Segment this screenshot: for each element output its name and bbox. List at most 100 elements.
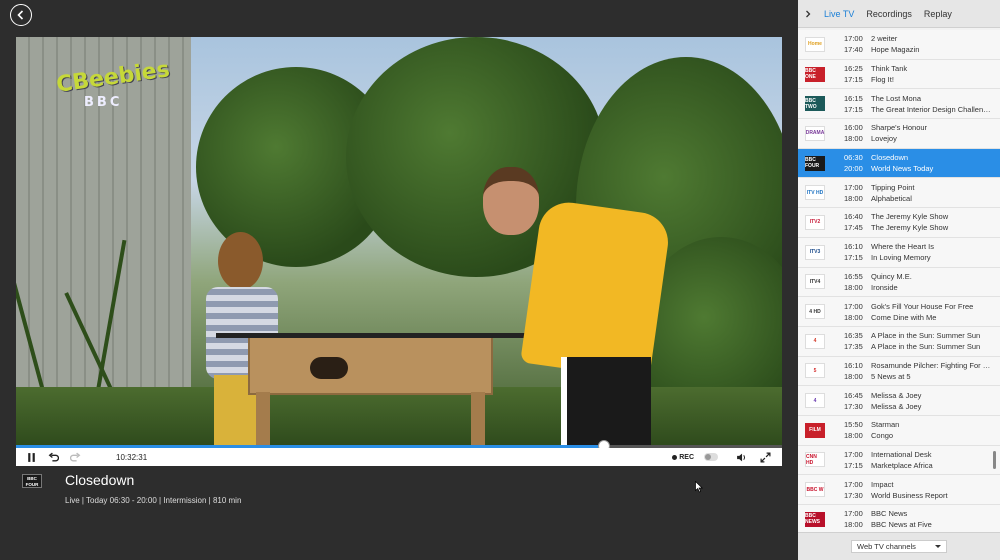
channel-row[interactable]: BBC NEWS 17:00 18:00 BBC News BBC News at Fi… [798,505,1000,535]
channel-programs: 2 weiter Hope Magazin [871,33,991,55]
next-time: 18:00 [844,431,863,441]
tab-replay[interactable]: Replay [924,9,952,19]
chevron-down-icon [935,545,941,548]
channel-times: 17:00 17:15 [844,449,871,471]
current-program: BBC News [871,509,908,519]
chevron-right-icon[interactable] [804,10,812,18]
channel-row[interactable]: BBC ONE 16:25 17:15 Think Tank Flog It! [798,59,1000,90]
back-button[interactable] [10,4,32,26]
start-time: 15:50 [844,420,863,430]
channel-programs: Where the Heart Is In Loving Memory [871,241,991,263]
channel-times: 16:00 18:00 [844,122,871,144]
playback-time: 10:32:31 [116,452,148,462]
volume-button[interactable] [734,448,748,466]
channel-programs: Sharpe's Honour Lovejoy [871,122,991,144]
start-time: 17:00 [844,449,863,459]
chevron-left-icon [17,10,24,20]
start-time: 16:25 [844,64,863,74]
video-frame [461,167,672,447]
channel-logo: 4 [805,393,825,409]
redo-icon [69,452,80,461]
current-program: The Jeremy Kyle Show [871,212,949,222]
channel-row[interactable]: ITV2 16:40 17:45 The Jeremy Kyle Show The Je… [798,208,1000,238]
program-title: Closedown [65,472,135,488]
current-program: Rosamunde Pilcher: Fighting For Love [871,360,991,370]
video-player[interactable]: CBeebies BBC [16,37,782,447]
fullscreen-button[interactable] [758,448,772,466]
next-time: 17:15 [844,75,863,85]
channel-row[interactable]: FILM 15:50 18:00 Starman Congo [798,415,1000,446]
next-program: In Loving Memory [871,253,931,263]
current-program: Quincy M.E. [871,271,912,281]
start-time: 17:00 [844,34,863,44]
pause-button[interactable] [16,448,46,466]
channel-row[interactable]: CNN HD 17:00 17:15 International Desk Market… [798,445,1000,476]
next-time: 17:35 [844,342,863,352]
tab-live-tv[interactable]: Live TV [824,9,854,19]
start-time: 16:00 [844,123,863,133]
channel-sidebar: Live TV Recordings Replay Home 17:00 17:40… [798,0,1000,560]
tab-recordings[interactable]: Recordings [866,9,912,19]
channel-logo: ITV4 [805,274,825,290]
channel-logo: 4 HD [805,304,825,320]
channel-logo: Home [805,36,825,52]
rewind-button[interactable] [46,448,60,466]
channel-programs: International Desk Marketplace Africa [871,449,991,471]
next-program: World News Today [871,164,934,174]
next-time: 17:30 [844,401,863,411]
channel-watermark-sub: BBC [84,95,123,110]
next-program: World Business Report [871,490,948,500]
current-program: Tipping Point [871,182,915,192]
channel-row[interactable]: Home 17:00 17:40 2 weiter Hope Magazin [798,30,1000,60]
fullscreen-icon [759,451,771,463]
channel-source-select[interactable]: Web TV channels [851,540,947,553]
channel-times: 17:00 18:00 [844,182,871,204]
current-program: 2 weiter [871,34,898,44]
start-time: 16:10 [844,360,863,370]
video-frame [16,387,782,447]
next-program: Congo [871,431,894,441]
next-program: The Great Interior Design Challenge [871,104,991,114]
channel-row[interactable]: 5 16:10 18:00 Rosamunde Pilcher: Fighting F… [798,356,1000,387]
channel-programs: Impact World Business Report [871,479,991,501]
channel-programs: Closedown World News Today [871,152,991,174]
channel-logo: FILM [805,422,825,438]
channel-row[interactable]: BBC FOUR 06:30 20:00 Closedown World News To… [798,148,1000,179]
next-time: 17:40 [844,45,863,55]
current-program: International Desk [871,449,932,459]
channel-times: 17:00 18:00 [844,508,871,530]
start-time: 16:40 [844,212,863,222]
channel-row[interactable]: ITV4 16:55 18:00 Quincy M.E. Ironside [798,267,1000,298]
channel-times: 16:45 17:30 [844,390,871,412]
player-controls: 10:32:31 REC [16,448,782,466]
record-label: REC [679,453,694,461]
subtitles-toggle[interactable] [704,453,718,461]
channel-times: 16:15 17:15 [844,93,871,115]
start-time: 16:55 [844,271,863,281]
next-time: 17:30 [844,490,863,500]
channel-programs: Rosamunde Pilcher: Fighting For Love 5 Ne… [871,360,991,382]
forward-button[interactable] [60,448,90,466]
channel-programs: The Lost Mona The Great Interior Design C… [871,93,991,115]
channel-row[interactable]: ITV HD 17:00 18:00 Tipping Point Alphabetica… [798,178,1000,209]
start-time: 17:00 [844,301,863,311]
channel-row[interactable]: BBC W 17:00 17:30 Impact World Business Repo… [798,475,1000,505]
start-time: 06:30 [844,153,863,163]
record-button[interactable]: REC [672,454,694,461]
channel-row[interactable]: 4 16:45 17:30 Melissa & Joey Melissa & Joey [798,386,1000,416]
next-program: A Place in the Sun: Summer Sun [871,342,981,352]
current-program: Sharpe's Honour [871,123,928,133]
channel-row[interactable]: ITV3 16:10 17:15 Where the Heart Is In Lovin… [798,237,1000,268]
next-time: 17:15 [844,104,863,114]
channel-row[interactable]: DRAMA 16:00 18:00 Sharpe's Honour Lovejoy [798,119,1000,149]
channel-row[interactable]: BBC TWO 16:15 17:15 The Lost Mona The Great … [798,89,1000,120]
current-program: Think Tank [871,64,908,74]
channel-row[interactable]: 4 HD 17:00 18:00 Gok's Fill Your House For … [798,297,1000,327]
current-channel-logo: BBC FOUR [22,474,42,488]
start-time: 16:15 [844,93,863,103]
channel-list-scrollbar[interactable] [993,451,996,469]
channel-row[interactable]: 4 16:35 17:35 A Place in the Sun: Summer Su… [798,326,1000,357]
channel-programs: The Jeremy Kyle Show The Jeremy Kyle Show [871,211,991,233]
next-program: Come Dine with Me [871,312,937,322]
channel-programs: Melissa & Joey Melissa & Joey [871,390,991,412]
